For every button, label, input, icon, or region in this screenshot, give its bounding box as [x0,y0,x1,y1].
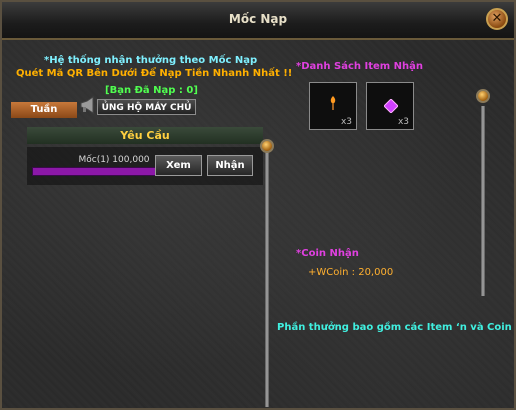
info-system-text: *Hệ thống nhận thưởng theo Mốc Nạp [44,55,258,66]
requirement-header: Yêu Cầu [27,127,263,144]
left-scrollbar[interactable] [265,152,269,407]
coin-value: +WCoin : 20,000 [308,267,394,278]
right-scroll-handle[interactable] [476,89,490,103]
torch-icon [330,96,336,110]
support-server-button[interactable]: ỦNG HỘ MÁY CHỦ [97,99,196,115]
item-slot-2[interactable]: x3 [366,82,414,130]
milestone-recharge-window: Mốc Nạp ✕ *Hệ thống nhận thưởng theo Mốc… [0,0,516,410]
window-title: Mốc Nạp [228,12,288,26]
coin-title: *Coin Nhận [296,248,359,259]
paid-amount-text: [Bạn Đã Nạp : 0] [105,85,198,96]
purple-gem-icon [384,99,398,113]
items-list-title: *Danh Sách Item Nhận [296,61,424,72]
megaphone-icon [80,96,94,114]
close-button[interactable]: ✕ [486,8,508,30]
tab-week[interactable]: Tuần [11,102,77,118]
item-slot-1[interactable]: x3 [309,82,357,130]
reward-note: Phần thưởng bao gồm các Item ‘n và Coin … [277,322,516,333]
requirement-row: Mốc(1) 100,000 Xem Nhận [27,147,263,185]
view-button[interactable]: Xem [155,155,202,176]
item-qty: x3 [397,117,409,127]
left-scroll-handle[interactable] [260,139,274,153]
titlebar: Mốc Nạp ✕ [2,2,514,40]
receive-button[interactable]: Nhận [207,155,253,176]
close-icon: ✕ [491,11,503,26]
info-qr-text: Quét Mã QR Bên Dưới Để Nạp Tiền Nhanh Nh… [16,68,293,79]
right-scrollbar[interactable] [481,106,485,296]
item-qty: x3 [340,117,352,127]
